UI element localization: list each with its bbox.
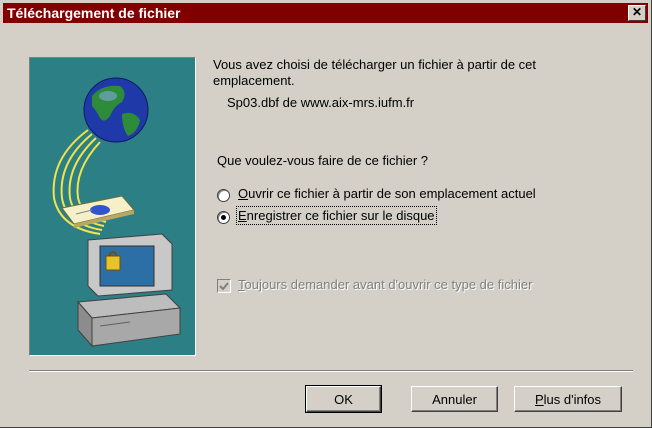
more-info-button[interactable]: Plus d'infos [514, 386, 622, 412]
separator [29, 370, 633, 372]
question-text: Que voulez-vous faire de ce fichier ? [217, 153, 428, 168]
file-info: Sp03.dbf de www.aix-mrs.iufm.fr [227, 95, 415, 110]
checkmark-icon [219, 282, 229, 291]
intro-text-line1: Vous avez choisi de télécharger un fichi… [213, 57, 537, 72]
more-info-accel: P [534, 392, 544, 407]
intro-text-line2: emplacement. [213, 73, 295, 88]
option-open-text: uvrir ce fichier à partir de son emplace… [248, 186, 536, 201]
option-save-text: nregistrer ce fichier sur le disque [246, 208, 435, 223]
always-ask-text: oujours demander avant d'ouvrir ce type … [244, 277, 533, 292]
globe-download-computer-icon [52, 77, 182, 348]
radio-selected-dot [221, 215, 226, 220]
option-open-accel: O [238, 186, 249, 201]
option-open-label[interactable]: Ouvrir ce fichier à partir de son emplac… [238, 186, 536, 201]
radio-open-file[interactable] [217, 189, 230, 202]
always-ask-checkbox[interactable] [217, 279, 231, 293]
cancel-button[interactable]: Annuler [411, 386, 498, 412]
download-illustration [29, 57, 196, 356]
option-save-accel: E [238, 208, 247, 223]
title-bar[interactable]: Téléchargement de fichier ✕ [3, 3, 648, 23]
close-button[interactable]: ✕ [628, 5, 646, 21]
dialog-title: Téléchargement de fichier [7, 5, 181, 21]
radio-save-file[interactable] [217, 211, 230, 224]
more-info-text: lus d'infos [543, 392, 602, 407]
option-save-label[interactable]: Enregistrer ce fichier sur le disque [236, 206, 437, 225]
ok-button[interactable]: OK [305, 385, 382, 413]
file-download-dialog: Téléchargement de fichier ✕ Vous avez ch… [0, 0, 652, 428]
always-ask-label[interactable]: Toujours demander avant d'ouvrir ce type… [238, 277, 532, 292]
